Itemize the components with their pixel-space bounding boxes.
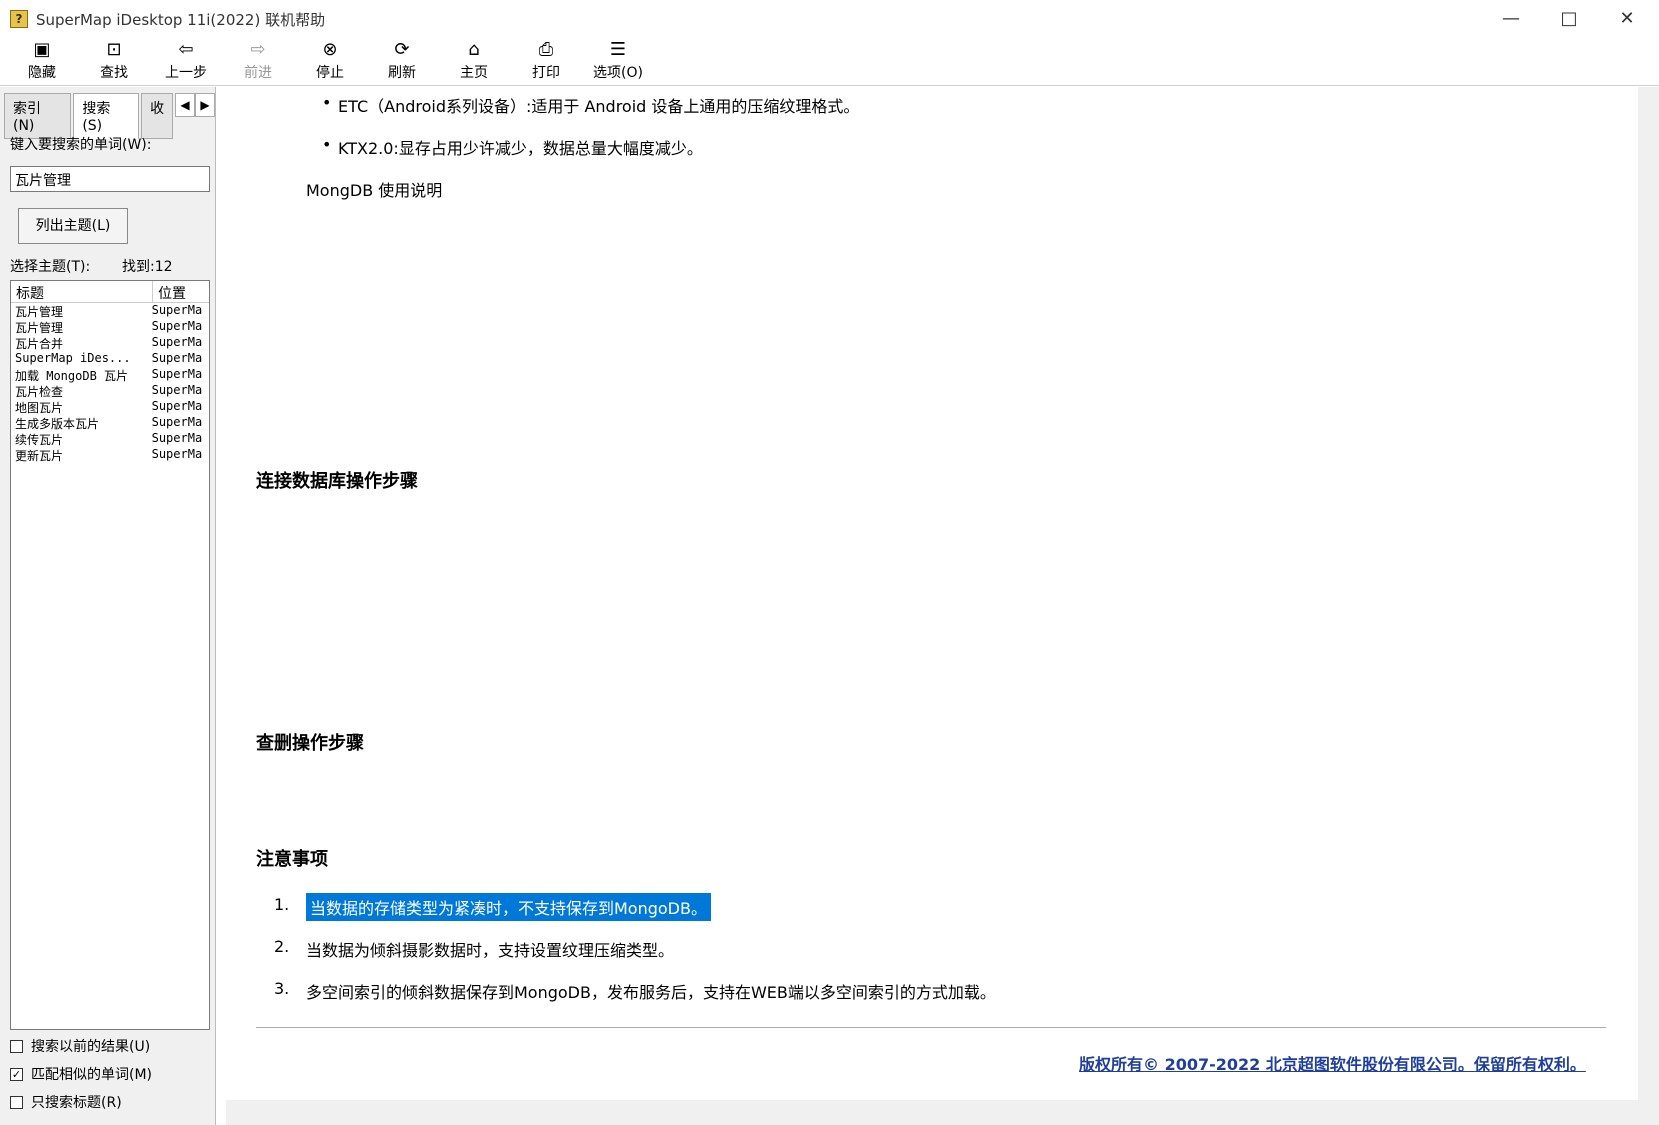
vertical-scrollbar[interactable] [1638,87,1659,1100]
heading-notes: 注意事项 [256,849,328,870]
tab-favorites[interactable]: 收 [141,93,174,139]
list-item[interactable]: 瓦片合并 SuperMa [11,335,209,351]
list-topics-button[interactable]: 列出主题(L) [18,208,128,244]
find-button[interactable]: ⊡ 查找 [78,38,150,85]
options-button[interactable]: ☰ 选项(O) [582,38,654,85]
list-number: 2. [274,937,290,956]
found-count: 找到:12 [122,259,173,275]
home-icon: ⌂ [468,39,480,60]
hide-button[interactable]: ▣ 隐藏 [6,38,78,85]
list-item[interactable]: 地图瓦片 SuperMa [11,399,209,415]
minimize-button[interactable]: — [1482,0,1540,38]
list-item[interactable]: 生成多版本瓦片 SuperMa [11,415,209,431]
select-topic-label: 选择主题(T): [10,259,91,275]
col-title[interactable]: 标题 [11,281,153,302]
search-input[interactable]: 瓦片管理 [10,166,210,192]
tab-search[interactable]: 搜索(S) [73,93,140,139]
note-3: 多空间索引的倾斜数据保存到MongoDB，发布服务后，支持在WEB端以多空间索引… [306,983,996,1002]
note-2: 当数据为倾斜摄影数据时，支持设置纹理压缩类型。 [306,941,675,960]
close-button[interactable]: ✕ [1598,0,1656,38]
back-icon: ⇦ [178,39,194,60]
maximize-button[interactable]: □ [1540,0,1598,38]
ktx-item: KTX2.0:显存占用少许减少，数据总量大幅度减少。 [338,139,703,158]
list-item[interactable]: 更新瓦片 SuperMa [11,447,209,463]
forward-icon: ⇨ [250,39,266,60]
title-bar: ? SuperMap iDesktop 11i(2022) 联机帮助 — □ ✕ [0,0,1659,38]
refresh-button[interactable]: ⟳ 刷新 [366,38,438,85]
bullet: • [322,93,332,112]
options-icon: ☰ [609,39,627,60]
hide-icon: ▣ [33,39,51,60]
refresh-icon: ⟳ [394,39,410,60]
toolbar: ▣ 隐藏 ⊡ 查找 ⇦ 上一步 ⇨ 前进 ⊗ 停止 ⟳ 刷新 ⌂ 主页 ⎙ 打印 ☰ 选项(O) [0,38,1659,86]
list-item[interactable]: 瓦片管理 SuperMa [11,319,209,335]
list-item[interactable]: SuperMap iDes... SuperMa [11,351,209,367]
nav-tabs: 索引(N) 搜索(S) 收 ◀ ▶ [4,93,215,139]
note-1: 当数据的存储类型为紧凑时，不支持保存到MongoDB。 [306,893,711,921]
stop-button[interactable]: ⊗ 停止 [294,38,366,85]
keyword-label: 键入要搜索的单词(W): [10,137,152,153]
list-item[interactable]: 续传瓦片 SuperMa [11,431,209,447]
horizontal-scrollbar[interactable] [226,1100,1659,1125]
titles-only-checkbox[interactable]: 只搜索标题(R) [10,1092,122,1112]
list-item[interactable]: 瓦片管理 SuperMa [11,303,209,319]
copyright: 版权所有© 2007-2022 北京超图软件股份有限公司。保留所有权利。 [1079,1055,1586,1074]
window-title: SuperMap iDesktop 11i(2022) 联机帮助 [36,10,326,29]
divider [256,1027,1606,1028]
list-number: 3. [274,979,290,998]
find-icon: ⊡ [106,39,122,60]
mongodb-link[interactable]: MongDB 使用说明 [306,177,442,201]
home-button[interactable]: ⌂ 主页 [438,38,510,85]
list-item[interactable]: 加载 MongoDB 瓦片 SuperMa [11,367,209,383]
heading-connect: 连接数据库操作步骤 [256,471,418,492]
list-number: 1. [274,895,290,914]
tab-scroll-right-icon[interactable]: ▶ [195,93,215,117]
match-similar-checkbox[interactable]: ✓ 匹配相似的单词(M) [10,1064,152,1084]
forward-button[interactable]: ⇨ 前进 [222,38,294,85]
stop-icon: ⊗ [322,39,338,60]
tab-scroll-left-icon[interactable]: ◀ [175,93,196,117]
back-button[interactable]: ⇦ 上一步 [150,38,222,85]
bullet: • [322,135,332,154]
tab-index[interactable]: 索引(N) [4,93,72,139]
help-app-icon: ? [10,10,28,28]
print-icon: ⎙ [538,39,554,60]
print-button[interactable]: ⎙ 打印 [510,38,582,85]
topic-list[interactable]: 标题 位置 瓦片管理 SuperMa 瓦片管理 SuperMa 瓦片合并 SuperMa… [10,280,210,1030]
heading-query-delete: 查删操作步骤 [256,733,364,754]
search-previous-checkbox[interactable]: 搜索以前的结果(U) [10,1036,150,1056]
list-item[interactable]: 瓦片检查 SuperMa [11,383,209,399]
etc-item: ETC（Android系列设备）:适用于 Android 设备上通用的压缩纹理格… [338,97,860,116]
col-location[interactable]: 位置 [153,281,191,302]
help-content: • ETC（Android系列设备）:适用于 Android 设备上通用的压缩纹… [226,87,1636,1100]
